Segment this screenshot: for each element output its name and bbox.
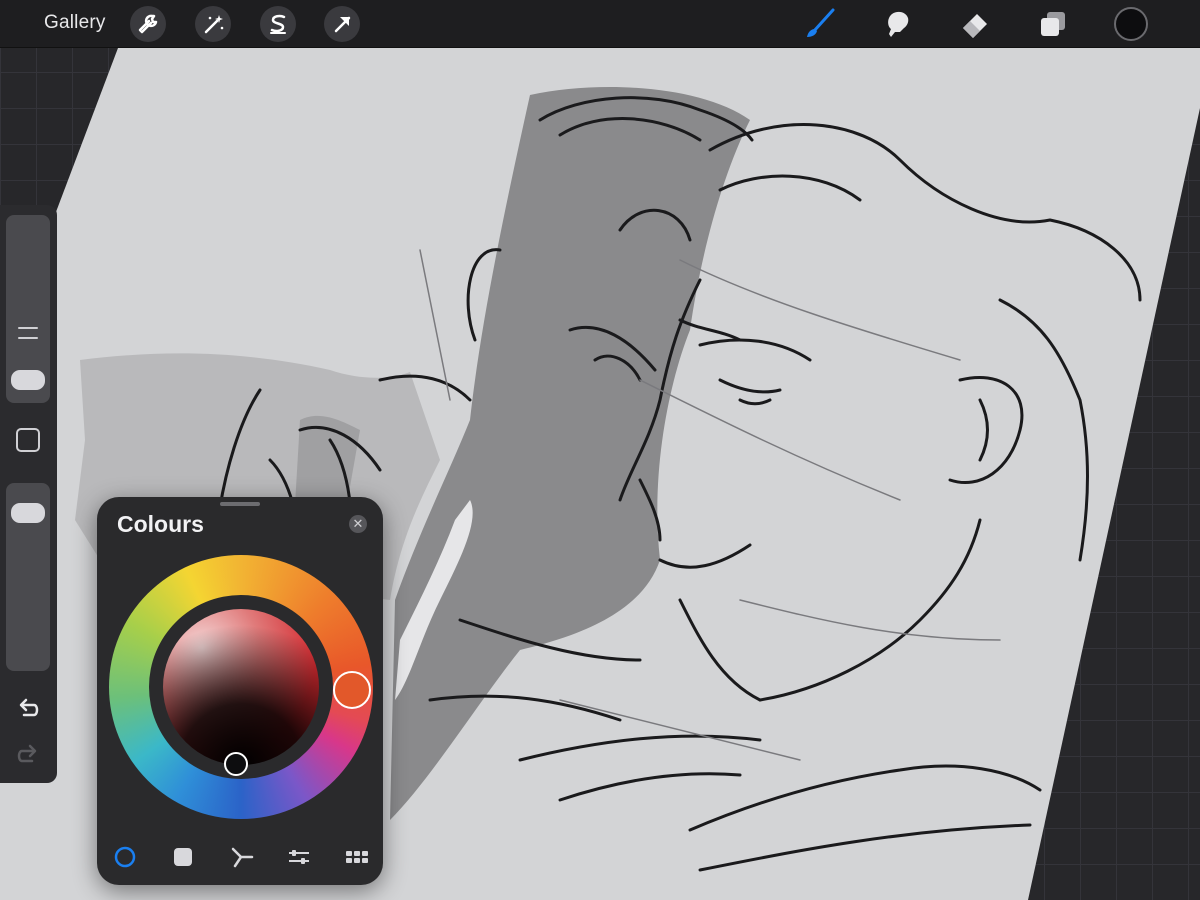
transform-arrow-icon[interactable] [324,6,360,42]
modify-square-icon[interactable] [16,428,40,452]
layers-icon[interactable] [1033,4,1073,44]
brush-icon[interactable] [800,4,840,44]
colours-panel: Colours ✕ [97,497,383,885]
top-toolbar: Gallery [0,0,1200,48]
redo-icon[interactable] [14,741,42,769]
panel-title: Colours [117,511,204,537]
wrench-icon[interactable] [130,6,166,42]
undo-icon[interactable] [14,695,42,723]
brush-opacity-slider[interactable] [6,483,50,671]
brush-opacity-thumb[interactable] [11,503,45,523]
current-color-button[interactable] [1114,7,1148,41]
magic-wand-icon[interactable] [195,6,231,42]
selection-s-icon[interactable] [260,6,296,42]
disc-icon[interactable] [112,844,138,870]
slider-grip [18,327,38,329]
color-picker-knob[interactable] [224,752,248,776]
saturation-brightness-disc[interactable] [163,609,319,765]
left-sidebar [0,205,57,783]
value-sliders-icon[interactable] [286,844,312,870]
classic-square-icon[interactable] [170,844,196,870]
eraser-icon[interactable] [955,4,995,44]
close-icon[interactable]: ✕ [349,515,367,533]
hue-picker-knob[interactable] [333,671,371,709]
panel-drag-handle[interactable] [220,502,260,506]
slider-grip [18,337,38,339]
brush-size-thumb[interactable] [11,370,45,390]
harmony-icon[interactable] [228,844,254,870]
smudge-icon[interactable] [878,4,918,44]
gallery-button[interactable]: Gallery [44,12,106,34]
brush-size-slider[interactable] [6,215,50,403]
palettes-grid-icon[interactable] [344,844,370,870]
